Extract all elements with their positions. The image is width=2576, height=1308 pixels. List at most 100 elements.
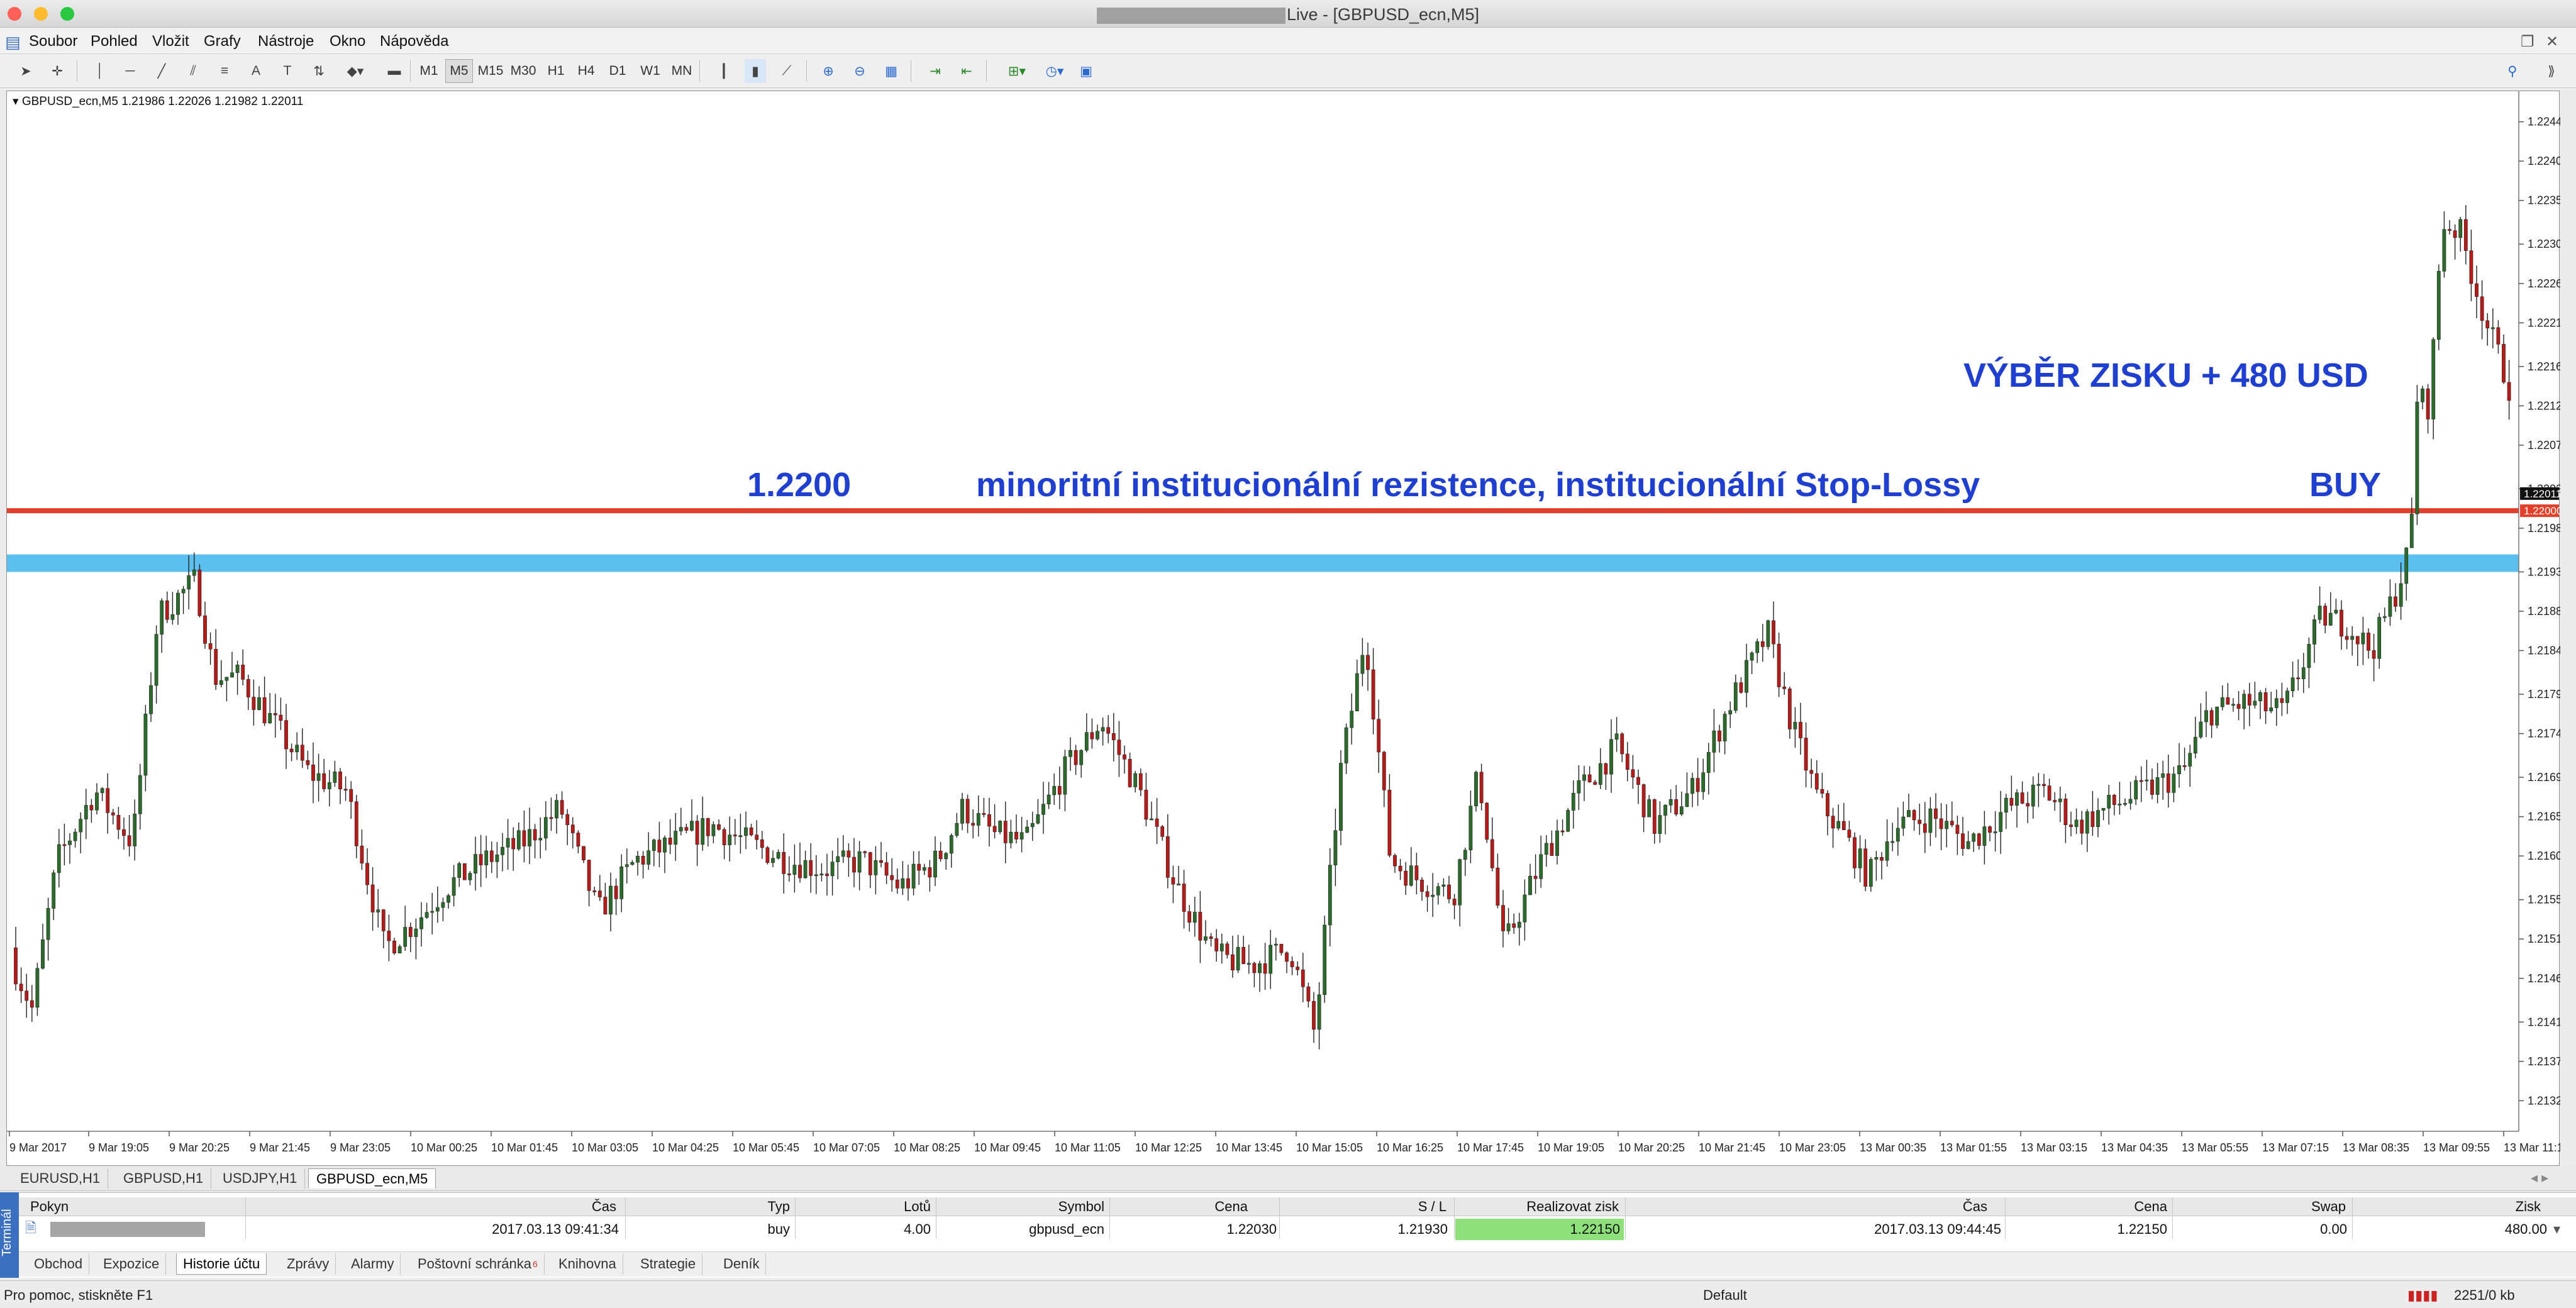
header-price[interactable]: Cena (1113, 1197, 1248, 1216)
header-close-time[interactable]: Čas (1635, 1197, 1987, 1216)
tab-eurusd-h1[interactable]: EURUSD,H1 (13, 1168, 109, 1189)
price-chart[interactable]: 1.22445 1.22400 1.22355 1.22305 1.22260 1.222… (7, 91, 2560, 1167)
arrows-icon[interactable]: ⇅ (308, 59, 330, 83)
header-symbol[interactable]: Symbol (940, 1197, 1104, 1216)
close-chart-icon[interactable]: ✕ (2546, 33, 2558, 51)
candle (2031, 784, 2035, 807)
candle (2020, 792, 2024, 804)
zoom-in-icon[interactable]: ⊕ (818, 59, 839, 83)
candle (1993, 831, 1997, 833)
tf-h1[interactable]: H1 (542, 59, 570, 83)
tf-m5[interactable]: M5 (445, 59, 473, 83)
periods-icon[interactable]: ◷▾ (1039, 59, 1070, 83)
tab-obchod[interactable]: Obchod (28, 1253, 90, 1275)
tab-alarmy[interactable]: Alarmy (345, 1253, 401, 1275)
horizontal-line-icon[interactable]: ─ (119, 59, 141, 83)
candle (46, 908, 50, 940)
terminal-side-label[interactable]: Terminál (0, 1192, 19, 1278)
menu-grafy[interactable]: Grafy (204, 33, 241, 50)
tab-scroll-icon[interactable]: ◂ ▸ (2531, 1170, 2548, 1186)
tab-knihovna[interactable]: Knihovna (552, 1253, 623, 1275)
shapes-icon[interactable]: ◆▾ (345, 59, 366, 83)
price-label: 1.21650 (2528, 811, 2560, 823)
tf-w1[interactable]: W1 (636, 59, 664, 83)
candle (2242, 694, 2246, 709)
vertical-line-icon[interactable]: │ (89, 59, 111, 83)
chart-props-icon[interactable]: ▬ (384, 59, 405, 83)
header-swap[interactable]: Swap (2176, 1197, 2346, 1216)
candle (2069, 824, 2073, 828)
menu-pohled[interactable]: Pohled (91, 33, 138, 50)
candle (1652, 799, 1657, 834)
candle (1274, 943, 1278, 946)
header-type[interactable]: Typ (629, 1197, 790, 1216)
cursor-icon[interactable]: ➤ (15, 59, 36, 83)
text-label-icon[interactable]: T (277, 59, 298, 83)
zoom-out-icon[interactable]: ⊖ (849, 59, 870, 83)
candle (609, 885, 613, 915)
tf-m30[interactable]: M30 (509, 59, 537, 83)
tf-m15[interactable]: M15 (477, 59, 504, 83)
candle (949, 835, 953, 854)
chart-shift-icon[interactable]: ⇤ (956, 59, 977, 83)
tf-m1[interactable]: M1 (415, 59, 443, 83)
menu-napoveda[interactable]: Nápověda (380, 33, 448, 50)
templates-icon[interactable]: ▣ (1075, 59, 1097, 83)
candle (370, 884, 375, 912)
menu-okno[interactable]: Okno (330, 33, 365, 50)
candle (1279, 943, 1284, 953)
tab-historie-uctu[interactable]: Historie účtu (176, 1253, 267, 1275)
chart-menu-icon[interactable]: ▾ (13, 95, 22, 108)
chart-area[interactable]: 1.22445 1.22400 1.22355 1.22305 1.22260 1.222… (6, 91, 2560, 1166)
candle (387, 931, 391, 941)
tf-d1[interactable]: D1 (604, 59, 631, 83)
candle (1793, 722, 1797, 729)
tab-gbpusd-ecn-m5[interactable]: GBPUSD_ecn,M5 (308, 1168, 436, 1189)
candle (1868, 859, 1873, 887)
tile-windows-icon[interactable]: ▦ (880, 59, 902, 83)
collapse-icon[interactable]: ⟫ (2541, 59, 2562, 83)
tf-mn[interactable]: MN (668, 59, 696, 83)
header-close-price[interactable]: Cena (2000, 1197, 2167, 1216)
tab-usdjpy-h1[interactable]: USDJPY,H1 (215, 1168, 306, 1189)
search-icon[interactable]: ⚲ (2502, 59, 2523, 83)
candle (776, 852, 780, 859)
tab-postovni-schranka[interactable]: Poštovní schránka 6 (411, 1253, 545, 1275)
candlestick-icon[interactable]: ▮ (745, 59, 766, 83)
header-sl[interactable]: S / L (1277, 1197, 1446, 1216)
bar-chart-icon[interactable]: ┃ (713, 59, 735, 83)
candle (1609, 739, 1613, 775)
indicators-icon[interactable]: ⊞▾ (1001, 59, 1033, 83)
candle (89, 805, 94, 811)
candle (1587, 774, 1592, 782)
menu-vlozit[interactable]: Vložit (152, 33, 189, 50)
header-lots[interactable]: Lotů (799, 1197, 931, 1216)
tab-strategie[interactable]: Strategie (634, 1253, 703, 1275)
candle (1685, 793, 1689, 807)
fibonacci-icon[interactable]: ≡ (214, 59, 235, 83)
header-order[interactable]: Pokyn (30, 1197, 69, 1216)
autoscroll-icon[interactable]: ⇥ (924, 59, 946, 83)
tab-gbpusd-h1[interactable]: GBPUSD,H1 (116, 1168, 212, 1189)
tab-expozice[interactable]: Expozice (97, 1253, 167, 1275)
tab-denik[interactable]: Deník (717, 1253, 767, 1275)
restore-icon[interactable]: ❐ (2521, 33, 2534, 51)
time-label: 10 Mar 03:05 (572, 1141, 638, 1154)
channel-icon[interactable]: ⫽ (182, 59, 204, 83)
candle (1777, 643, 1781, 687)
tf-h4[interactable]: H4 (572, 59, 600, 83)
time-label: 10 Mar 16:25 (1377, 1141, 1443, 1154)
header-time[interactable]: Čas (239, 1197, 616, 1216)
trendline-icon[interactable]: ╱ (151, 59, 172, 83)
header-tp[interactable]: Realizovat zisk (1455, 1197, 1619, 1216)
menu-soubor[interactable]: Soubor (29, 33, 77, 50)
text-icon[interactable]: A (245, 59, 267, 83)
crosshair-icon[interactable]: ✛ (47, 59, 68, 83)
candle (933, 850, 937, 878)
menu-nastroje[interactable]: Nástroje (258, 33, 314, 50)
tab-zpravy[interactable]: Zprávy (280, 1253, 336, 1275)
line-chart-icon[interactable]: ⟋ (776, 59, 797, 83)
scroll-down-icon[interactable]: ▾ (2553, 1220, 2560, 1239)
candle (2502, 344, 2506, 383)
header-profit[interactable]: Zisk (2355, 1197, 2541, 1216)
